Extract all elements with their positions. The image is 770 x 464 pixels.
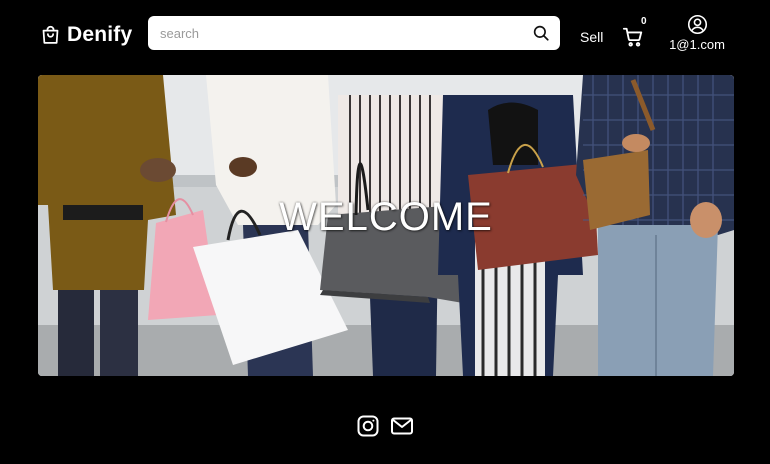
page: Denify Sell 0 1@1.com (0, 0, 770, 464)
hero-title: WELCOME (279, 195, 493, 239)
brand-logo[interactable]: Denify (40, 21, 132, 49)
header: Denify Sell 0 1@1.com (0, 0, 770, 70)
shopping-bag-icon (42, 25, 59, 44)
brand-name: Denify (67, 23, 133, 46)
instagram-icon[interactable] (356, 414, 380, 438)
sell-link[interactable]: Sell (580, 29, 603, 45)
user-email: 1@1.com (669, 37, 725, 52)
user-circle-icon (687, 14, 707, 35)
footer (0, 414, 770, 444)
cart-count-badge: 0 (641, 16, 647, 27)
account-menu[interactable]: 1@1.com (664, 14, 730, 54)
hero-banner: WELCOME (38, 75, 734, 376)
shopping-cart-icon[interactable] (622, 26, 644, 48)
mail-icon[interactable] (390, 414, 414, 438)
search-bar (148, 16, 560, 50)
search-icon[interactable] (532, 24, 550, 42)
search-input[interactable] (148, 16, 518, 50)
